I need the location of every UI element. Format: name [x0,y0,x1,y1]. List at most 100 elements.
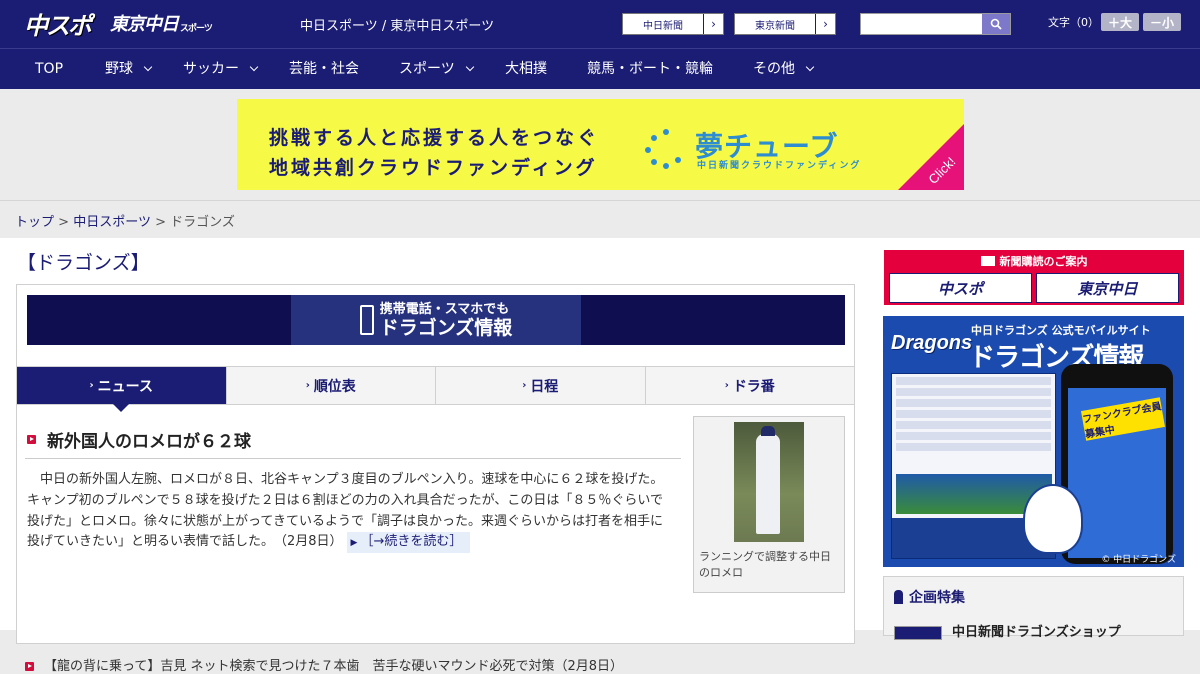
player-figure [756,434,780,534]
mobile-dragons-banner[interactable]: 携帯電話・スマホでも ドラゴンズ情報 [27,295,845,345]
breadcrumb-separator: > [155,215,166,230]
mobile-banner-line-1: 携帯電話・スマホでも [379,301,510,317]
nav-item-racing[interactable]: 競馬・ボート・競輪 [587,49,713,89]
ad-line-2: 地域共創クラウドファンディング [269,157,598,179]
font-size-label: 文字（0） [1048,16,1099,29]
page-title: 【ドラゴンズ】 [17,252,150,274]
dragons-copyright: © 中日ドラゴンズ [1101,555,1176,565]
dragons-logo: Dragons [891,331,973,354]
nav-label: TOP [35,61,64,77]
chevron-right-icon: › [724,380,729,391]
chevron-down-icon [805,62,815,72]
site-header: 中スポ 東京中日 スポーツ 中日スポーツ / 東京中日スポーツ 中日新聞 › 東京… [0,0,1200,48]
content-tabs: › ニュース › 順位表 › 日程 › ドラ番 [17,366,854,412]
related-article-text: 【龍の背に乗って】吉見 ネット検索で見つけた７本歯 苦手な硬いマウンド必死で対策… [44,659,624,674]
read-more-link[interactable]: ▶ ［→続きを読む］ [346,532,471,554]
chevron-right-icon: › [522,380,527,391]
nav-label: サッカー [183,61,239,77]
nav-label: 野球 [105,61,133,77]
nav-item-sports[interactable]: スポーツ [399,49,474,89]
chunichi-sports-logo[interactable]: 中スポ [24,6,92,40]
article-photo-box: ランニングで調整する中日のロメロ [693,416,845,593]
nav-item-sumo[interactable]: 大相撲 [505,49,547,89]
chevron-right-icon: › [703,14,723,34]
button-label: 中日新聞 [643,20,683,32]
subscription-title: 新聞購読のご案内 [999,254,1088,268]
ad-brand-sub: 中日新聞クラウドファンディング [697,161,862,171]
mobile-banner-text: 携帯電話・スマホでも ドラゴンズ情報 [380,303,513,338]
newspaper-icon [980,255,995,266]
nav-label: 競馬・ボート・競輪 [587,61,713,77]
article-body-text: 中日の新外国人左腕、ロメロが８日、北谷キャンプ３度目のブルペン入り。速球を中心に… [27,472,664,550]
chevron-right-icon: › [815,14,835,34]
breadcrumb-link-top[interactable]: トップ [15,215,54,230]
dragons-ad-line-1: 中日ドラゴンズ 公式モバイルサイト [971,324,1151,337]
tokyo-shimbun-button[interactable]: 東京新聞 › [734,13,836,35]
tab-news[interactable]: › ニュース [17,367,227,412]
breadcrumb-link-chunichi-sports[interactable]: 中日スポーツ [73,215,151,230]
mobile-banner-center: 携帯電話・スマホでも ドラゴンズ情報 [291,295,581,345]
tab-schedule[interactable]: › 日程 [436,367,646,404]
chevron-down-icon [465,62,474,72]
dots-logo-icon [645,129,689,169]
feature-header: 企画特集 [894,587,965,607]
nav-label: その他 [753,61,795,77]
search-icon [990,18,1002,30]
article-photo[interactable] [734,422,804,542]
tab-label: 日程 [530,378,559,395]
tab-label: ニュース [97,378,153,395]
feature-item-link[interactable]: 中日新聞ドラゴンズショップ [894,621,1121,640]
nav-item-entertainment[interactable]: 芸能・社会 [289,49,359,89]
nav-item-other[interactable]: その他 [753,49,815,89]
subscribe-tokyo-chunichi-button[interactable]: 東京中日 [1036,273,1179,303]
read-more-label: ［→続きを読む］ [360,534,463,550]
mascot-icon [1023,484,1083,554]
nav-item-top[interactable]: TOP [35,49,63,89]
article-headline[interactable]: 新外国人のロメロが６２球 [25,425,681,459]
tab-standings[interactable]: › 順位表 [226,367,436,404]
feature-item-text: 中日新聞ドラゴンズショップ [952,625,1121,640]
crowdfunding-ad-banner[interactable]: 挑戦する人と応援する人をつなぐ 地域共創クラウドファンディング 夢チューブ 中日… [237,99,964,190]
player-cap [761,426,775,436]
search-input[interactable] [861,14,982,34]
triangle-right-icon: ▶ [350,538,358,549]
feature-title: 企画特集 [909,590,965,606]
photo-caption: ランニングで調整する中日のロメロ [699,550,831,579]
main-nav: TOP 野球 サッカー 芸能・社会 スポーツ 大相撲 競馬・ボート・競輪 その他 [0,48,1200,89]
nav-label: 大相撲 [505,61,547,77]
breadcrumb-separator: > [58,215,70,230]
article-headline-text: 新外国人のロメロが６２球 [47,432,251,452]
feature-thumbnail [894,625,942,640]
red-arrow-bullet-icon [27,435,36,444]
ribbon-icon [894,590,903,604]
chunichi-shimbun-button[interactable]: 中日新聞 › [622,13,724,35]
font-larger-button[interactable]: ＋大 [1101,13,1139,31]
font-smaller-button[interactable]: －小 [1143,13,1181,31]
subscribe-chunichi-sports-button[interactable]: 中スポ [889,273,1032,303]
chevron-down-icon [143,62,153,72]
nav-label: 芸能・社会 [289,61,359,77]
subscription-header: 新聞購読のご案内 [885,251,1183,270]
nav-item-soccer[interactable]: サッカー [183,49,259,89]
tab-draban[interactable]: › ドラ番 [645,367,854,404]
search-button[interactable] [982,14,1010,34]
ad-line-1: 挑戦する人と応援する人をつなぐ [269,127,600,149]
site-name: 中日スポーツ / 東京中日スポーツ [300,19,495,34]
phone-icon [359,305,374,335]
subscription-box: 新聞購読のご案内 中スポ 東京中日 [884,250,1184,305]
related-article-link[interactable]: 【龍の背に乗って】吉見 ネット検索で見つけた７本歯 苦手な硬いマウンド必死で対策… [25,655,685,674]
breadcrumb-current: ドラゴンズ [170,215,235,230]
subscription-papers: 中スポ 東京中日 [889,273,1179,303]
feature-box: 企画特集 中日新聞ドラゴンズショップ [883,576,1184,640]
nav-item-baseball[interactable]: 野球 [105,49,153,89]
red-arrow-bullet-icon [25,662,34,671]
breadcrumb-bar: トップ > 中日スポーツ > ドラゴンズ [0,200,1200,238]
chevron-right-icon: › [89,380,94,391]
breadcrumb: トップ > 中日スポーツ > ドラゴンズ [15,211,235,230]
tokyo-chunichi-logo[interactable]: 東京中日 スポーツ [110,6,213,40]
tab-label: ドラ番 [732,378,775,395]
button-label: 東京新聞 [755,20,795,32]
search-box [860,13,1011,35]
logo-text: 東京中日 [110,14,179,34]
dragons-mobile-ad[interactable]: Dragons 中日ドラゴンズ 公式モバイルサイト ドラゴンズ情報 ファンクラブ… [883,316,1184,567]
